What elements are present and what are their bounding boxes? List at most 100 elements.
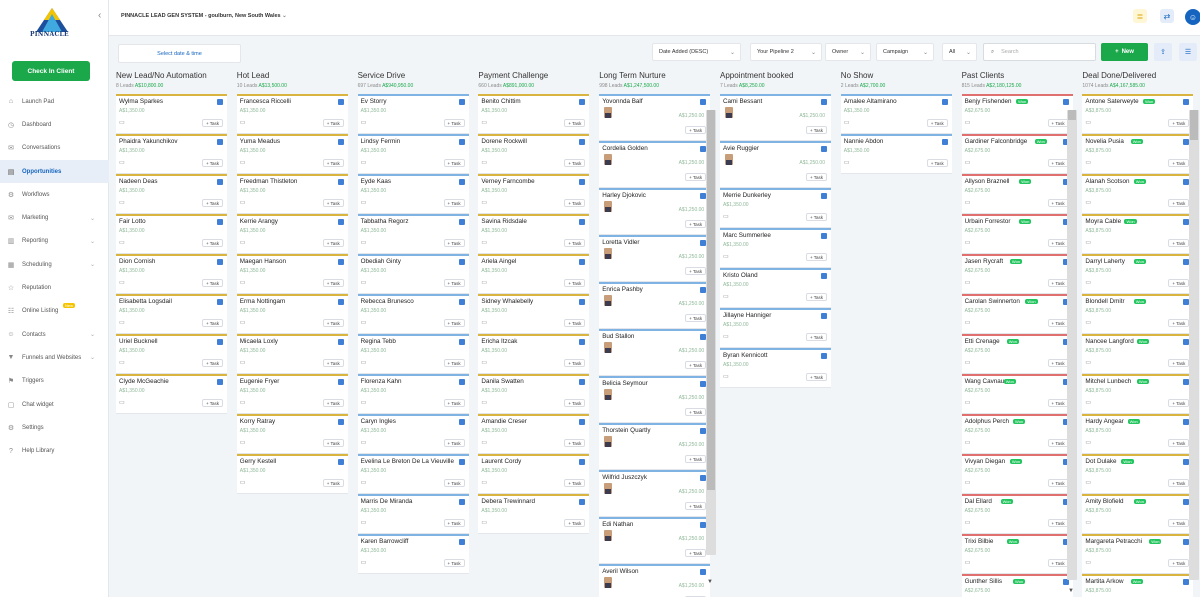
add-task-button[interactable]: + Task xyxy=(322,239,344,247)
add-task-button[interactable]: + Task xyxy=(443,399,465,407)
contact-info-icon[interactable] xyxy=(579,99,586,105)
message-icon[interactable]: ▭ xyxy=(965,399,971,406)
contact-name[interactable]: Gerry Kestell xyxy=(240,458,276,465)
contact-name[interactable]: Novelia Pusia xyxy=(1085,138,1124,145)
nav-item-online-listing[interactable]: ☷ Online Listing New xyxy=(0,300,109,323)
contact-name[interactable]: Erma Nottingam xyxy=(240,298,286,305)
contact-name[interactable]: Cami Bessant xyxy=(723,98,762,105)
add-task-button[interactable]: + Task xyxy=(1168,119,1190,127)
message-icon[interactable]: ▭ xyxy=(481,199,487,206)
message-icon[interactable]: ▭ xyxy=(240,399,246,406)
contact-name[interactable]: Gunther Sillis xyxy=(965,578,1002,585)
opportunity-card[interactable]: Gerry Kestell A$1,350.00 ▭ + Task xyxy=(236,454,348,494)
contact-name[interactable]: Elisabetta Logsdail xyxy=(119,298,172,305)
add-task-button[interactable]: + Task xyxy=(1047,479,1069,487)
message-icon[interactable]: ▭ xyxy=(723,213,729,220)
opportunity-card[interactable]: Ericha Itzcak A$1,350.00 ▭ + Task xyxy=(478,334,590,374)
contact-name[interactable]: Ev Storry xyxy=(361,98,387,105)
sort-dropdown[interactable]: Date Added (DESC) ⌄ xyxy=(652,43,741,61)
add-task-button[interactable]: + Task xyxy=(564,279,586,287)
scrollbar-thumb[interactable] xyxy=(707,110,715,490)
contact-name[interactable]: Fair Lotto xyxy=(119,218,146,225)
contact-name[interactable]: Avie Ruggier xyxy=(723,145,759,152)
opportunity-card[interactable]: Debera Trewinnard A$1,350.00 ▭ + Task xyxy=(478,494,590,534)
contact-info-icon[interactable] xyxy=(458,339,465,345)
contact-info-icon[interactable] xyxy=(458,299,465,305)
add-task-button[interactable]: + Task xyxy=(685,314,707,322)
opportunity-card[interactable]: Erma Nottingam A$1,350.00 ▭ + Task xyxy=(236,294,348,334)
contact-info-icon[interactable] xyxy=(337,179,344,185)
nav-item-chat-widget[interactable]: ▢ Chat widget xyxy=(0,393,109,416)
message-icon[interactable]: ▭ xyxy=(965,119,971,126)
contact-info-icon[interactable] xyxy=(579,139,586,145)
message-icon[interactable]: ▭ xyxy=(844,119,850,126)
message-icon[interactable]: ▭ xyxy=(119,239,125,246)
contact-info-icon[interactable] xyxy=(941,139,948,145)
message-icon[interactable]: ▭ xyxy=(361,359,367,366)
add-task-button[interactable]: + Task xyxy=(322,319,344,327)
opportunity-card[interactable]: Eyde Kaas A$1,350.00 ▭ + Task xyxy=(357,174,469,214)
contact-name[interactable]: Thorstein Quartly xyxy=(602,427,650,434)
message-icon[interactable]: ▭ xyxy=(1085,559,1091,566)
opportunity-card[interactable]: Tabbatha Regorz A$1,350.00 ▭ + Task xyxy=(357,214,469,254)
message-icon[interactable]: ▭ xyxy=(965,439,971,446)
message-icon[interactable]: ▭ xyxy=(723,253,729,260)
add-task-button[interactable]: + Task xyxy=(805,333,827,341)
add-task-button[interactable]: + Task xyxy=(201,319,223,327)
contact-info-icon[interactable] xyxy=(217,139,223,145)
add-task-button[interactable]: + Task xyxy=(564,439,586,447)
message-icon[interactable]: ▭ xyxy=(240,239,246,246)
contact-name[interactable]: Ericha Itzcak xyxy=(481,338,517,345)
message-icon[interactable]: ▭ xyxy=(119,199,125,206)
contact-name[interactable]: Maegan Hanson xyxy=(240,258,286,265)
opportunity-card[interactable]: Urbain Forrestor Won A$2,675.00 ▭ + Task xyxy=(961,214,1073,254)
nav-item-reporting[interactable]: ▥ Reporting ⌄ xyxy=(0,230,109,253)
message-icon[interactable]: ▭ xyxy=(1085,199,1091,206)
message-icon[interactable]: ▭ xyxy=(965,559,971,566)
check-in-client-button[interactable]: Check In Client xyxy=(12,61,90,81)
message-icon[interactable]: ▭ xyxy=(119,159,125,166)
contact-info-icon[interactable] xyxy=(337,419,344,425)
nav-item-opportunities[interactable]: ▤ Opportunities xyxy=(0,159,109,184)
contact-name[interactable]: Benjy Fishenden xyxy=(965,98,1012,105)
nav-item-triggers[interactable]: ⚑ Triggers xyxy=(0,370,109,393)
contact-info-icon[interactable] xyxy=(821,99,827,105)
message-icon[interactable]: ▭ xyxy=(1085,159,1091,166)
contact-info-icon[interactable] xyxy=(458,499,465,505)
opportunity-card[interactable]: Florenza Kahn A$1,350.00 ▭ + Task xyxy=(357,374,469,414)
opportunity-card[interactable]: Amalee Altamirano A$1,350.00 ▭ + Task xyxy=(840,94,952,134)
message-icon[interactable]: ▭ xyxy=(1085,519,1091,526)
message-icon[interactable]: ▭ xyxy=(481,479,487,486)
add-task-button[interactable]: + Task xyxy=(805,173,827,181)
contact-info-icon[interactable] xyxy=(579,339,586,345)
opportunity-card[interactable]: Ev Storry A$1,350.00 ▭ + Task xyxy=(357,94,469,134)
contact-name[interactable]: Edi Nathan xyxy=(602,521,633,528)
add-task-button[interactable]: + Task xyxy=(201,399,223,407)
opportunity-card[interactable]: Belicia Seymour A$1,250.00 + Task xyxy=(599,376,711,423)
contact-name[interactable]: Enrica Pashby xyxy=(602,286,643,293)
contact-name[interactable]: Wylma Sparkes xyxy=(119,98,163,105)
message-icon[interactable]: ▭ xyxy=(361,279,367,286)
add-task-button[interactable]: + Task xyxy=(564,239,586,247)
message-icon[interactable]: ▭ xyxy=(1085,359,1091,366)
opportunity-card[interactable]: Antone Saterweyte Won A$3,875.00 ▭ + Task xyxy=(1082,94,1194,134)
opportunity-card[interactable]: Wylma Sparkes A$1,350.00 ▭ + Task xyxy=(116,94,227,134)
contact-name[interactable]: Merrie Dunkerley xyxy=(723,192,771,199)
message-icon[interactable]: ▭ xyxy=(723,333,729,340)
message-icon[interactable]: ▭ xyxy=(119,399,125,406)
contact-info-icon[interactable] xyxy=(217,99,223,105)
add-task-button[interactable]: + Task xyxy=(685,408,707,416)
message-icon[interactable]: ▭ xyxy=(481,439,487,446)
message-icon[interactable]: ▭ xyxy=(361,519,367,526)
opportunity-card[interactable]: Nancee Langford Won A$3,875.00 ▭ + Task xyxy=(1082,334,1194,374)
column-scrollbar[interactable] xyxy=(1189,110,1199,580)
opportunity-card[interactable]: Phaidra Yakunchikov A$1,350.00 ▭ + Task xyxy=(116,134,227,174)
add-task-button[interactable]: + Task xyxy=(564,519,586,527)
contact-name[interactable]: Rebecca Brunesco xyxy=(361,298,414,305)
contact-name[interactable]: Amity Blofield xyxy=(1085,498,1123,505)
opportunity-card[interactable]: Dal Ellard Won A$2,675.00 ▭ + Task xyxy=(961,494,1073,534)
add-task-button[interactable]: + Task xyxy=(322,119,344,127)
contact-name[interactable]: Jasen Rycraft xyxy=(965,258,1004,265)
add-task-button[interactable]: + Task xyxy=(685,502,707,510)
contact-name[interactable]: Harley Djokovic xyxy=(602,192,646,199)
